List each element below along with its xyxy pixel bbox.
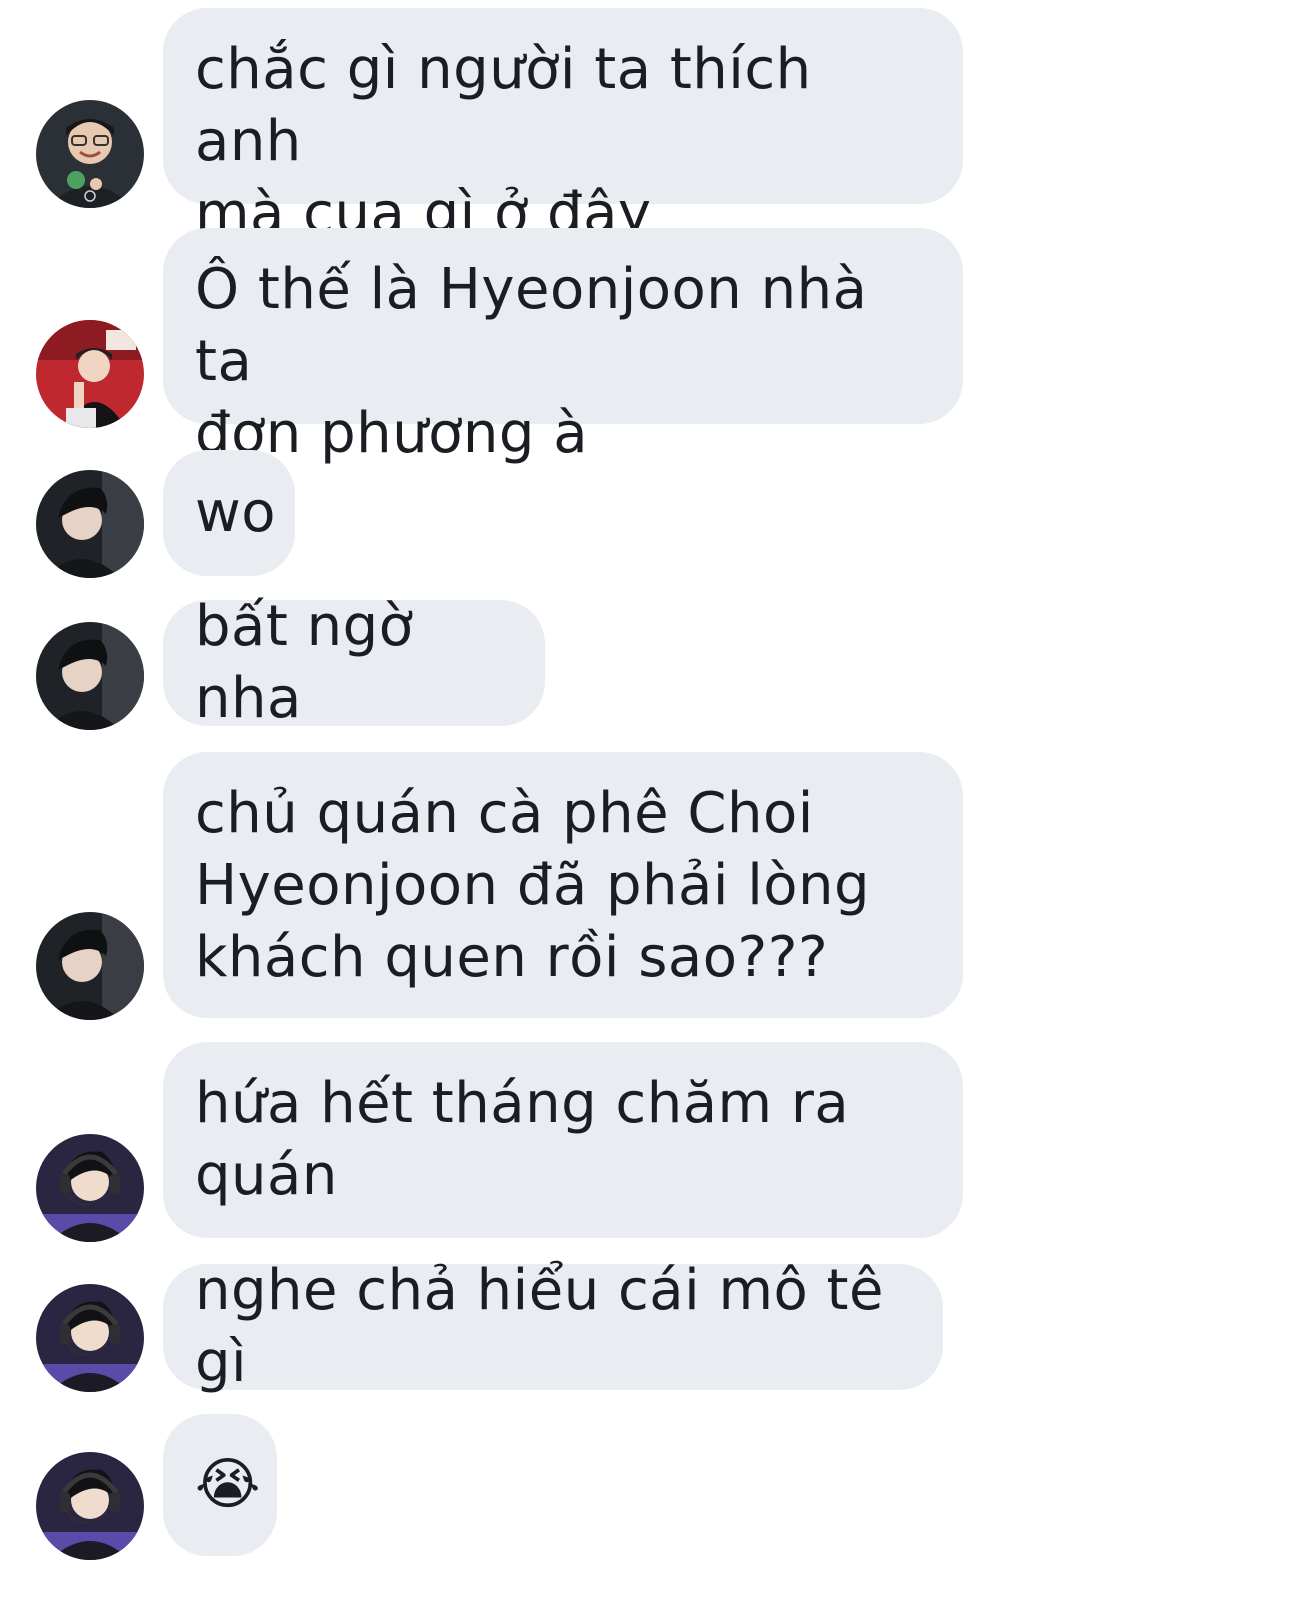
message-bubble[interactable]: nghe chả hiểu cái mô tê gì [163,1258,943,1395]
avatar[interactable] [36,622,144,730]
message-bubble[interactable]: hứa hết tháng chăm ra quán [163,1042,963,1238]
avatar[interactable] [36,100,144,208]
message-bubble[interactable]: bất ngờ nha [163,594,545,731]
avatar[interactable] [36,470,144,578]
message-bubble[interactable]: 😭 [163,1414,277,1556]
message-bubble[interactable]: Ô thế là Hyeonjoon nhà ta đơn phương à [163,228,963,466]
avatar[interactable] [36,1134,144,1242]
crying-face-icon: 😭 [195,1452,261,1517]
avatar[interactable] [36,1452,144,1560]
avatar[interactable] [36,912,144,1020]
avatar[interactable] [36,320,144,428]
message-bubble[interactable]: wo [163,450,295,576]
message-bubble[interactable]: chủ quán cà phê Choi Hyeonjoon đã phải l… [163,752,963,1018]
message-bubble[interactable]: chắc gì người ta thích anh mà cua gì ở đ… [163,8,963,246]
avatar[interactable] [36,1284,144,1392]
